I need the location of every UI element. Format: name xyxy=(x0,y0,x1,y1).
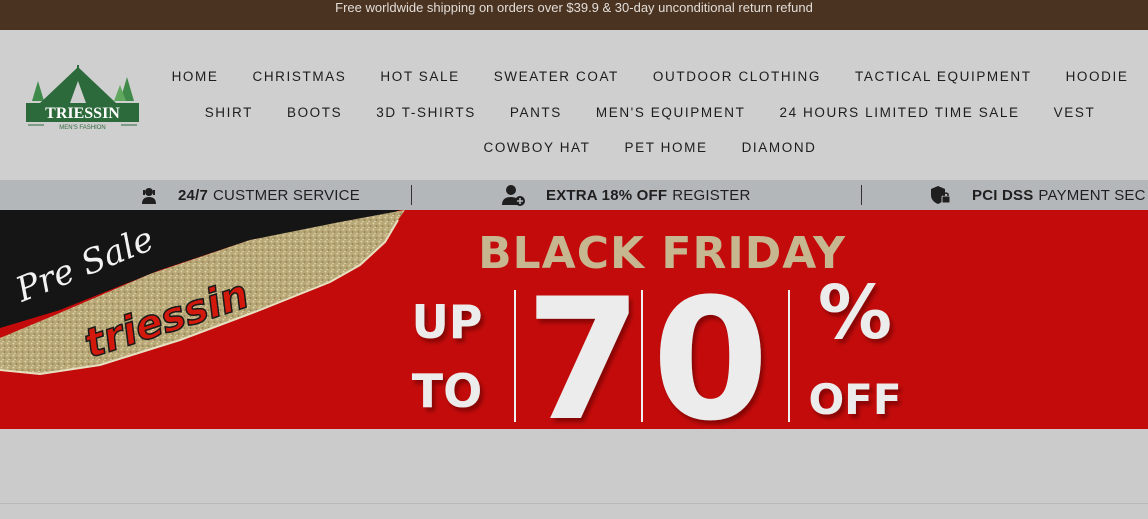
banner-graphic: Pre Sale triessin BLACK FRIDAY UP TO 70 … xyxy=(0,210,902,429)
divider xyxy=(861,185,862,205)
nav-link-hot-sale[interactable]: HOT SALE xyxy=(380,69,459,84)
trust-text: PAYMENT SEC xyxy=(1038,186,1146,204)
nav-link-hoodie[interactable]: HOODIE xyxy=(1066,69,1129,84)
trust-text: CUSTMER SERVICE xyxy=(213,186,360,204)
trust-bold: EXTRA 18% OFF xyxy=(546,186,668,204)
nav-link-3d-t-shirts[interactable]: 3D T-SHIRTS xyxy=(376,105,476,120)
divider xyxy=(411,185,412,205)
nav-link-24-hours-limited-time-sale[interactable]: 24 HOURS LIMITED TIME SALE xyxy=(779,105,1019,120)
trust-item-security: PCI DSS PAYMENT SEC xyxy=(930,180,1146,210)
nav-link-outdoor-clothing[interactable]: OUTDOOR CLOTHING xyxy=(653,69,821,84)
banner-up: UP xyxy=(411,295,482,349)
nav-link-home[interactable]: HOME xyxy=(172,69,219,84)
main-nav: HOME CHRISTMAS HOT SALE SWEATER COAT OUTDOOR… xyxy=(170,59,1130,166)
content-area xyxy=(0,429,1148,519)
banner-number: 70 xyxy=(525,262,779,429)
announcement-text: Free worldwide shipping on orders over $… xyxy=(335,0,813,15)
banner-percent: % xyxy=(818,270,892,356)
site-header: TRIESSIN MEN'S FASHION HOME CHRISTMAS HOT … xyxy=(0,30,1148,180)
black-friday-banner[interactable]: Pre Sale triessin BLACK FRIDAY UP TO 70 … xyxy=(0,210,1148,429)
shield-lock-icon xyxy=(931,186,951,204)
nav-link-sweater-coat[interactable]: SWEATER COAT xyxy=(494,69,619,84)
banner-off: OFF xyxy=(808,375,901,424)
trust-text: REGISTER xyxy=(672,186,751,204)
trust-bold: 24/7 xyxy=(178,186,208,204)
announcement-bar: Free worldwide shipping on orders over $… xyxy=(0,0,1148,30)
nav-row: COWBOY HAT PET HOME DIAMOND xyxy=(170,130,1130,166)
support-agent-icon xyxy=(142,188,156,204)
nav-link-vest[interactable]: VEST xyxy=(1054,105,1096,120)
nav-link-boots[interactable]: BOOTS xyxy=(287,105,342,120)
trust-bar: 24/7 CUSTMER SERVICE EXTRA 18% OFF REGIS… xyxy=(0,180,1148,210)
nav-link-christmas[interactable]: CHRISTMAS xyxy=(252,69,346,84)
logo-tagline: MEN'S FASHION xyxy=(59,125,106,131)
trust-bold: PCI DSS xyxy=(972,186,1034,204)
logo-tent-icon: TRIESSIN MEN'S FASHION xyxy=(26,65,139,131)
nav-link-men-s-equipment[interactable]: MEN'S EQUIPMENT xyxy=(596,105,746,120)
nav-link-diamond[interactable]: DIAMOND xyxy=(742,140,817,155)
user-add-icon xyxy=(502,185,525,206)
nav-row: HOME CHRISTMAS HOT SALE SWEATER COAT OUTDOOR… xyxy=(170,59,1130,95)
nav-link-shirt[interactable]: SHIRT xyxy=(205,105,253,120)
nav-link-pet-home[interactable]: PET HOME xyxy=(625,140,708,155)
nav-link-cowboy-hat[interactable]: COWBOY HAT xyxy=(483,140,590,155)
trust-item-register[interactable]: EXTRA 18% OFF REGISTER xyxy=(502,180,751,210)
divider xyxy=(0,503,1148,504)
site-logo[interactable]: TRIESSIN MEN'S FASHION xyxy=(26,63,140,133)
nav-link-tactical-equipment[interactable]: TACTICAL EQUIPMENT xyxy=(855,69,1032,84)
banner-to: TO xyxy=(412,364,482,418)
trust-item-service: 24/7 CUSTMER SERVICE xyxy=(140,180,360,210)
nav-row: SHIRT BOOTS 3D T-SHIRTS PANTS MEN'S EQUIPMEN… xyxy=(170,95,1130,131)
nav-link-pants[interactable]: PANTS xyxy=(510,105,562,120)
logo-name: TRIESSIN xyxy=(45,105,120,122)
